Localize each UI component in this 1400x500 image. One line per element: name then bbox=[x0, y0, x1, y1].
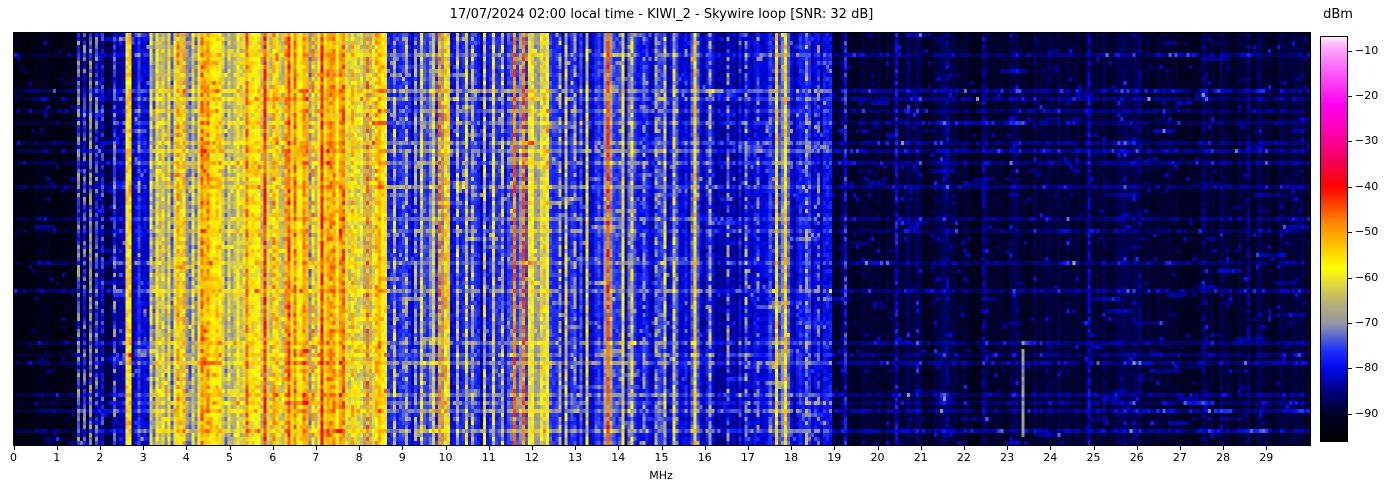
x-tick-label: 20 bbox=[870, 451, 885, 464]
x-tick-label: 23 bbox=[1000, 451, 1015, 464]
x-tick-mark bbox=[186, 446, 188, 450]
x-tick-mark bbox=[531, 446, 533, 450]
x-tick-mark bbox=[402, 446, 404, 450]
x-tick-mark bbox=[359, 446, 361, 450]
spectrogram-figure: 17/07/2024 02:00 local time - KIWI_2 - S… bbox=[0, 0, 1400, 500]
x-tick-label: 27 bbox=[1172, 451, 1187, 464]
x-axis-label: MHz bbox=[649, 469, 673, 482]
colorbar-tick-label: −20 bbox=[1355, 89, 1379, 102]
colorbar-tick-label: −80 bbox=[1355, 361, 1379, 375]
colorbar-tick-label: −30 bbox=[1355, 134, 1379, 148]
x-tick-mark bbox=[920, 446, 922, 450]
x-tick-label: 17 bbox=[740, 451, 755, 464]
x-tick-label: 11 bbox=[481, 451, 496, 464]
x-tick-mark bbox=[834, 446, 836, 450]
chart-title: 17/07/2024 02:00 local time - KIWI_2 - S… bbox=[449, 7, 874, 22]
x-tick-mark bbox=[791, 446, 793, 450]
x-tick-label: 8 bbox=[355, 451, 363, 464]
x-tick-label: 26 bbox=[1129, 451, 1144, 464]
x-tick-mark bbox=[13, 446, 15, 450]
x-tick-label: 15 bbox=[654, 451, 669, 464]
x-tick-mark bbox=[618, 446, 620, 450]
x-tick-mark bbox=[704, 446, 706, 450]
x-tick-label: 12 bbox=[524, 451, 539, 464]
x-tick-label: 4 bbox=[182, 451, 190, 464]
colorbar-tick-label: −40 bbox=[1355, 179, 1379, 193]
colorbar-tick-mark bbox=[1348, 413, 1352, 415]
colorbar-tick-label: −90 bbox=[1355, 406, 1379, 420]
x-tick-mark bbox=[315, 446, 317, 450]
colorbar-gradient-canvas bbox=[1321, 37, 1347, 441]
x-tick-label: 0 bbox=[10, 451, 17, 464]
x-tick-mark bbox=[1266, 446, 1268, 450]
x-tick-mark bbox=[229, 446, 231, 450]
x-tick-mark bbox=[272, 446, 274, 450]
colorbar-tick-label: −10 bbox=[1355, 43, 1379, 57]
x-tick-label: 6 bbox=[269, 451, 277, 464]
x-tick-label: 18 bbox=[784, 451, 799, 464]
x-tick-mark bbox=[1007, 446, 1009, 450]
colorbar-tick-mark bbox=[1348, 50, 1352, 52]
colorbar-tick-mark bbox=[1348, 277, 1352, 279]
x-tick-mark bbox=[963, 446, 965, 450]
x-tick-mark bbox=[1223, 446, 1225, 450]
colorbar-label: dBm bbox=[1323, 7, 1353, 22]
x-tick-mark bbox=[1136, 446, 1138, 450]
x-tick-mark bbox=[143, 446, 145, 450]
x-tick-mark bbox=[877, 446, 879, 450]
x-tick-label: 28 bbox=[1216, 451, 1231, 464]
x-tick-mark bbox=[747, 446, 749, 450]
x-tick-label: 2 bbox=[96, 451, 104, 464]
waterfall-plot-area bbox=[13, 32, 1311, 446]
x-tick-mark bbox=[1179, 446, 1181, 450]
waterfall-canvas bbox=[14, 33, 1310, 445]
colorbar bbox=[1320, 36, 1348, 442]
colorbar-tick-label: −70 bbox=[1355, 315, 1379, 329]
x-tick-mark bbox=[488, 446, 490, 450]
x-tick-mark bbox=[99, 446, 101, 450]
x-tick-label: 1 bbox=[53, 451, 61, 464]
colorbar-tick-mark bbox=[1348, 368, 1352, 370]
colorbar-tick-mark bbox=[1348, 141, 1352, 143]
x-tick-label: 25 bbox=[1086, 451, 1101, 464]
colorbar-tick-mark bbox=[1348, 96, 1352, 97]
colorbar-tick-mark bbox=[1348, 186, 1352, 188]
colorbar-tick-label: −60 bbox=[1355, 270, 1379, 284]
x-tick-mark bbox=[661, 446, 663, 450]
x-tick-label: 16 bbox=[697, 451, 712, 464]
x-tick-label: 7 bbox=[312, 451, 320, 464]
colorbar-tick-label: −50 bbox=[1355, 225, 1379, 239]
x-tick-mark bbox=[1093, 446, 1095, 450]
x-tick-mark bbox=[445, 446, 447, 450]
x-tick-mark bbox=[575, 446, 577, 450]
colorbar-tick-mark bbox=[1348, 232, 1352, 234]
x-tick-label: 13 bbox=[568, 451, 583, 464]
x-tick-label: 14 bbox=[611, 451, 626, 464]
x-tick-mark bbox=[56, 446, 58, 450]
x-tick-label: 3 bbox=[139, 451, 147, 464]
x-tick-label: 10 bbox=[438, 451, 453, 464]
x-tick-label: 24 bbox=[1043, 451, 1058, 464]
x-tick-label: 19 bbox=[827, 451, 842, 464]
x-tick-label: 5 bbox=[226, 451, 233, 464]
x-tick-mark bbox=[1050, 446, 1052, 450]
x-tick-label: 29 bbox=[1259, 451, 1274, 464]
x-tick-label: 21 bbox=[913, 451, 928, 464]
colorbar-tick-mark bbox=[1348, 322, 1352, 324]
x-tick-label: 22 bbox=[956, 451, 971, 464]
x-tick-label: 9 bbox=[398, 451, 406, 464]
